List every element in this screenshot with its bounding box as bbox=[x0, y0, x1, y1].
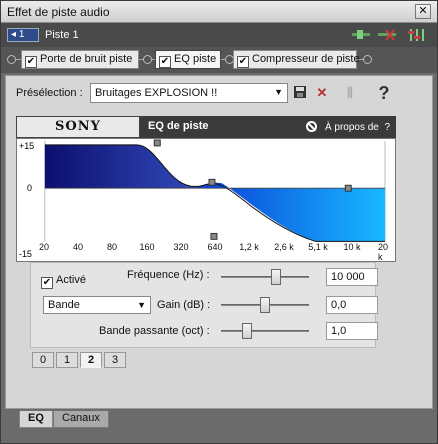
x-tick: 80 bbox=[106, 242, 118, 252]
sony-logo: SONY bbox=[16, 116, 140, 138]
band-tab-2[interactable]: 2 bbox=[80, 352, 102, 368]
bandwidth-field[interactable]: 1,0 bbox=[326, 322, 378, 340]
frequency-label: Fréquence (Hz) : bbox=[127, 269, 210, 281]
save-preset-icon[interactable] bbox=[292, 85, 308, 101]
active-checkbox[interactable]: ✔ Activé bbox=[41, 274, 86, 289]
x-tick: 640 bbox=[207, 242, 223, 252]
plugin-name: EQ de piste bbox=[148, 120, 209, 132]
plugin-chain-add-icon[interactable] bbox=[351, 28, 371, 42]
band-handle-0[interactable] bbox=[210, 232, 218, 240]
preset-label: Présélection : bbox=[16, 87, 83, 99]
window-title: Effet de piste audio bbox=[7, 5, 110, 19]
plugin-panel: Présélection : Bruitages EXPLOSION !! ▼ … bbox=[5, 75, 433, 409]
reset-icon[interactable] bbox=[305, 121, 317, 132]
chain-output-node bbox=[363, 55, 372, 64]
plugin-chain: ✔ Porte de bruit piste ✔ EQ piste ✔ Compres… bbox=[1, 47, 437, 73]
plugin-chain-remove-icon[interactable] bbox=[377, 28, 397, 42]
band-tab-1[interactable]: 1 bbox=[56, 352, 78, 368]
x-tick: 2,6 k bbox=[274, 242, 294, 252]
chain-node bbox=[143, 55, 152, 64]
band-tab-0[interactable]: 0 bbox=[32, 352, 54, 368]
about-link[interactable]: À propos de ? bbox=[305, 121, 390, 133]
frequency-slider-track[interactable] bbox=[221, 276, 309, 278]
track-bar: ◂ 1 Piste 1 bbox=[1, 23, 437, 47]
track-name: Piste 1 bbox=[45, 29, 79, 41]
plugin-tab-label: Porte de bruit piste bbox=[40, 53, 133, 65]
x-tick: 160 bbox=[139, 242, 155, 252]
plugin-tab-noise-gate[interactable]: ✔ Porte de bruit piste bbox=[21, 50, 139, 69]
frequency-slider-thumb[interactable] bbox=[270, 269, 281, 285]
plugin-chain-menu-icon[interactable] bbox=[407, 28, 427, 42]
band-handle-1[interactable] bbox=[153, 139, 161, 147]
bandwidth-slider-track[interactable] bbox=[221, 330, 309, 332]
plugin-tab-compressor[interactable]: ✔ Compresseur de piste bbox=[233, 50, 360, 69]
band-type-value: Bande bbox=[48, 299, 80, 311]
tab-eq[interactable]: EQ bbox=[19, 411, 53, 428]
chevron-down-icon: ▼ bbox=[274, 87, 283, 97]
x-tick: 40 bbox=[72, 242, 84, 252]
audio-track-effect-window: Effet de piste audio ✕ ◂ 1 Piste 1 ✔ Port… bbox=[0, 0, 438, 444]
x-tick: 10 k bbox=[343, 242, 361, 252]
band-type-dropdown[interactable]: Bande ▼ bbox=[43, 296, 151, 314]
band-handle-2[interactable] bbox=[208, 178, 216, 186]
x-tick: 1,2 k bbox=[239, 242, 259, 252]
bandwidth-label: Bande passante (oct) : bbox=[99, 325, 210, 337]
bottom-tabs: EQ Canaux bbox=[5, 409, 433, 439]
track-number-badge: ◂ 1 bbox=[7, 28, 39, 42]
title-bar: Effet de piste audio ✕ bbox=[1, 1, 437, 23]
band-controls: ✔ Activé Fréquence (Hz) : 10 000 Bande ▼ … bbox=[30, 262, 378, 348]
band-tab-3[interactable]: 3 bbox=[104, 352, 126, 368]
preset-dropdown[interactable]: Bruitages EXPLOSION !! ▼ bbox=[90, 83, 288, 103]
plugin-tab-label: EQ piste bbox=[174, 53, 217, 65]
plugin-enable-checkbox[interactable]: ✔ bbox=[25, 56, 37, 68]
bandwidth-slider-thumb[interactable] bbox=[242, 323, 253, 339]
active-label: Activé bbox=[56, 274, 86, 286]
chevron-down-icon: ▼ bbox=[137, 300, 146, 310]
plugin-tab-label: Compresseur de piste bbox=[252, 53, 360, 65]
plugin-chain-icon: ⫼ bbox=[347, 85, 353, 100]
help-icon[interactable]: ? bbox=[376, 84, 392, 102]
gain-slider-thumb[interactable] bbox=[260, 297, 270, 313]
delete-preset-icon[interactable]: ✕ bbox=[314, 85, 330, 101]
tab-canaux[interactable]: Canaux bbox=[53, 411, 109, 428]
frequency-axis: 20 40 80 160 320 640 1,2 k 2,6 k 5,1 k 1… bbox=[16, 242, 396, 262]
gain-label: Gain (dB) : bbox=[157, 299, 211, 311]
high-cut-band bbox=[196, 182, 386, 242]
preset-value: Bruitages EXPLOSION !! bbox=[95, 87, 218, 99]
gain-field[interactable]: 0,0 bbox=[326, 296, 378, 314]
plugin-tab-eq[interactable]: ✔ EQ piste bbox=[155, 50, 221, 69]
x-tick: 20 bbox=[38, 242, 50, 252]
x-tick: 5,1 k bbox=[308, 242, 328, 252]
plugin-header: SONY EQ de piste À propos de ? bbox=[16, 116, 396, 138]
track-number: 1 bbox=[18, 29, 25, 40]
close-button[interactable]: ✕ bbox=[415, 4, 431, 19]
y-tick: 0 bbox=[27, 183, 32, 193]
plugin-enable-checkbox[interactable]: ✔ bbox=[237, 56, 249, 68]
plugin-enable-checkbox[interactable]: ✔ bbox=[159, 56, 171, 68]
x-tick: 320 bbox=[173, 242, 189, 252]
about-label: À propos de bbox=[324, 122, 379, 133]
active-checkbox-box[interactable]: ✔ bbox=[41, 277, 53, 289]
frequency-field[interactable]: 10 000 bbox=[326, 268, 378, 286]
x-tick: 20 k bbox=[378, 242, 389, 262]
y-tick: +15 bbox=[19, 141, 34, 151]
about-help-label: ? bbox=[384, 122, 390, 133]
band-handle-3[interactable] bbox=[344, 184, 352, 192]
chain-input-node bbox=[7, 55, 16, 64]
low-shelf-band bbox=[44, 144, 226, 189]
